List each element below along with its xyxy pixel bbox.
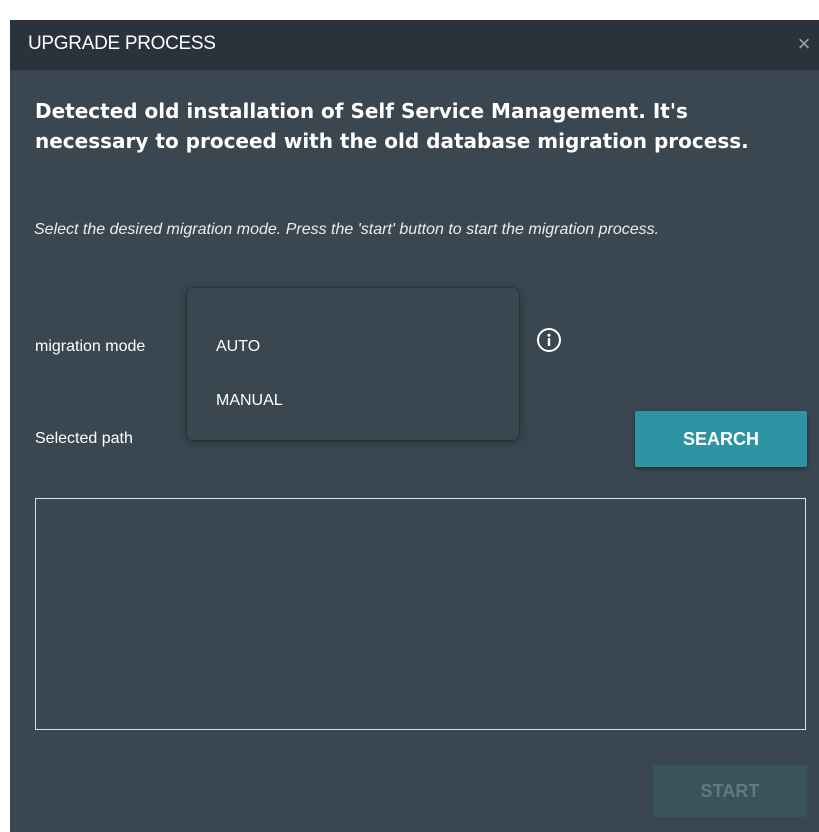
dialog-heading: Detected old installation of Self Servic… <box>35 99 749 153</box>
upgrade-dialog: UPGRADE PROCESS × Detected old installat… <box>10 20 819 832</box>
start-button[interactable]: START <box>653 765 807 817</box>
info-icon[interactable] <box>536 327 562 353</box>
close-icon: × <box>797 31 811 56</box>
dialog-titlebar: UPGRADE PROCESS × <box>10 20 819 70</box>
migration-mode-label: migration mode <box>35 338 146 355</box>
migration-mode-dropdown[interactable]: AUTO MANUAL <box>187 288 519 440</box>
dialog-title: UPGRADE PROCESS <box>28 33 216 54</box>
close-button[interactable]: × <box>791 30 817 58</box>
selected-path-label: Selected path <box>35 430 133 447</box>
search-button[interactable]: SEARCH <box>635 411 807 467</box>
option-manual[interactable]: MANUAL <box>216 392 283 410</box>
selected-path-box[interactable] <box>35 498 806 730</box>
instruction-text: Select the desired migration mode. Press… <box>34 221 660 238</box>
option-auto[interactable]: AUTO <box>216 338 260 356</box>
